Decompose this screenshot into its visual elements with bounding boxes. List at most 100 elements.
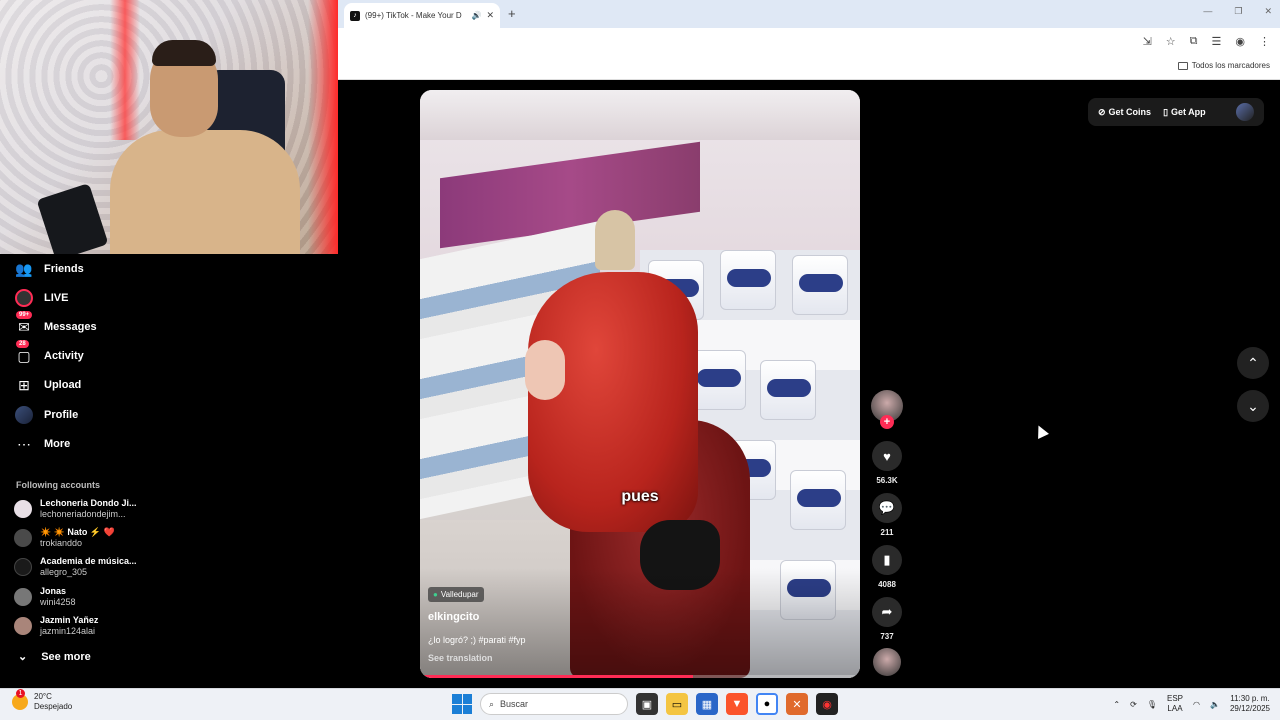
search-icon: ⌕ [489,698,495,709]
avatar [14,529,32,547]
sidebar-item-activity[interactable]: ▢ 28 Activity [14,340,84,367]
search-placeholder: Buscar [500,699,529,709]
previous-video-button[interactable]: ⌃ [1237,347,1269,379]
share-count: 737 [880,632,894,641]
profile-icon [14,405,34,425]
share-action: ➦ 737 [870,597,904,641]
clock[interactable]: 11:30 p. m. 29/12/2025 [1230,694,1270,714]
avatar [14,558,32,576]
menu-icon[interactable]: ⋮ [1259,35,1270,48]
mic-icon[interactable]: 🎙 [1147,700,1157,709]
new-tab-button[interactable]: + [508,6,516,21]
bookmark-icon: ▮ [883,552,891,567]
taskbar: 1 20°C Despejado ⌕ Buscar ▣ ▭ ▦ ▼ ● ✕ ◉ … [0,688,1280,720]
coin-icon: ⊘ [1098,106,1106,117]
language-indicator[interactable]: ESP LAA [1167,694,1183,714]
extensions-icon[interactable]: ⧉ [1190,35,1198,48]
browser-tab[interactable]: ♪ (99+) TikTok - Make Your D 🔊 ✕ [344,3,500,28]
sidebar-item-live[interactable]: LIVE [14,287,68,309]
next-video-button[interactable]: ⌄ [1237,390,1269,422]
system-tray: ⌃ ⟳ 🎙 ESP LAA ◠ 🔈 11:30 p. m. 29/12/2025 [1113,694,1270,714]
playlist-icon[interactable]: ☰ [1212,35,1222,48]
see-translation-link[interactable]: See translation [428,653,493,663]
webcam-overlay [0,0,338,254]
share-button[interactable]: ➦ [872,597,902,627]
video-author[interactable]: elkingcito [428,611,479,623]
browser-tabbar: ♪ (99+) TikTok - Make Your D 🔊 ✕ + — ❐ ✕ [338,0,1280,28]
following-accounts-header: Following accounts [16,480,101,490]
list-item[interactable]: Academia de música... allegro_305 [14,556,137,578]
bookmarks-bar: Todos los marcadores [338,56,1280,80]
install-icon[interactable]: ⇲ [1143,35,1152,48]
user-avatar[interactable] [1236,103,1254,121]
video-description: ¿lo logró? ;) #parati #fyp [428,635,526,645]
sync-icon[interactable]: ⟳ [1130,700,1137,709]
comment-button[interactable]: 💬 [872,493,902,523]
chevron-down-icon: ⌄ [18,651,28,663]
get-app-button[interactable]: ▯ Get App [1163,107,1206,118]
follow-plus-icon[interactable]: + [880,415,894,429]
like-count: 56.3K [876,476,898,485]
mouse-cursor [1033,423,1049,439]
brave-icon[interactable]: ▼ [726,693,748,715]
account-name: Jonas [40,586,67,596]
windows-start-icon[interactable] [452,694,472,714]
get-coins-button[interactable]: ⊘ Get Coins [1098,107,1151,118]
list-item[interactable]: Lechoneria Dondo Ji... lechoneriadondejim… [14,498,137,520]
like-button[interactable]: ♥ [872,441,902,471]
like-action: ♥ 56.3K [870,441,904,485]
share-icon: ➦ [881,604,893,619]
see-more-button[interactable]: ⌄ See more [18,650,91,664]
minimize-button[interactable]: — [1203,6,1212,17]
sidebar-item-upload[interactable]: ⊞ Upload [14,374,81,396]
sidebar-item-friends[interactable]: 👥 Friends [14,258,83,280]
person-background [595,210,635,270]
weather-widget[interactable]: 1 20°C Despejado [12,689,72,712]
list-item[interactable]: Jonas wini4258 [14,586,76,608]
sidebar-item-label: Messages [44,321,97,333]
sidebar-item-more[interactable]: ⋯ More [14,433,70,455]
close-window-button[interactable]: ✕ [1264,6,1272,17]
sidebar-item-label: Activity [44,350,84,362]
taskbar-search[interactable]: ⌕ Buscar [480,693,628,715]
clock-time: 11:30 p. m. [1230,694,1270,703]
clock-date: 29/12/2025 [1229,704,1270,713]
video-progress-bar[interactable] [420,675,860,678]
chevron-down-icon: ⌄ [1247,397,1259,414]
restore-button[interactable]: ❐ [1234,6,1242,17]
location-label: Valledupar [440,590,479,599]
location-tag[interactable]: ● Valledupar [428,587,484,602]
creator-avatar[interactable]: + [871,390,903,429]
sidebar-item-label: Profile [44,409,79,421]
live-icon [14,288,34,308]
bookmarks-folder[interactable]: Todos los marcadores [1177,61,1270,70]
sound-disc[interactable] [873,648,901,676]
video-player[interactable]: pues ● Valledupar elkingcito ¿lo logró? … [420,90,860,678]
sidebar-item-profile[interactable]: Profile [14,404,78,426]
obs-icon[interactable]: ◉ [816,693,838,715]
account-name: Lechoneria Dondo Ji... [40,498,137,508]
account-username: lechoneriadondejim... [40,509,126,519]
account-icon[interactable]: ◉ [1235,35,1245,48]
app-icon[interactable]: ✕ [786,693,808,715]
activity-icon: ▢ 28 [16,340,31,364]
phone-icon: ▯ [1163,106,1169,117]
sidebar-item-label: Upload [44,379,82,391]
task-view-icon[interactable]: ▣ [636,693,658,715]
file-explorer-icon[interactable]: ▭ [666,693,688,715]
list-item[interactable]: Jazmin Yañez jazmin124alai [14,615,98,637]
sidebar-item-messages[interactable]: ✉ 99+ Messages [14,311,97,338]
chrome-icon[interactable]: ● [756,693,778,715]
streamer-body [110,130,300,254]
wifi-icon[interactable]: ◠ [1193,700,1200,709]
save-button[interactable]: ▮ [872,545,902,575]
star-icon[interactable]: ☆ [1166,35,1176,48]
volume-icon[interactable]: 🔈 [1210,700,1220,709]
avatar [14,588,32,606]
store-icon[interactable]: ▦ [696,693,718,715]
close-tab-icon[interactable]: ✕ [486,10,494,21]
account-username: trokianddo [40,538,83,548]
list-item[interactable]: ✴️ ✴️ Nato ⚡ ❤️ trokianddo [14,527,115,549]
tray-chevron-icon[interactable]: ⌃ [1113,700,1120,709]
speaker-icon[interactable]: 🔊 [471,11,481,20]
